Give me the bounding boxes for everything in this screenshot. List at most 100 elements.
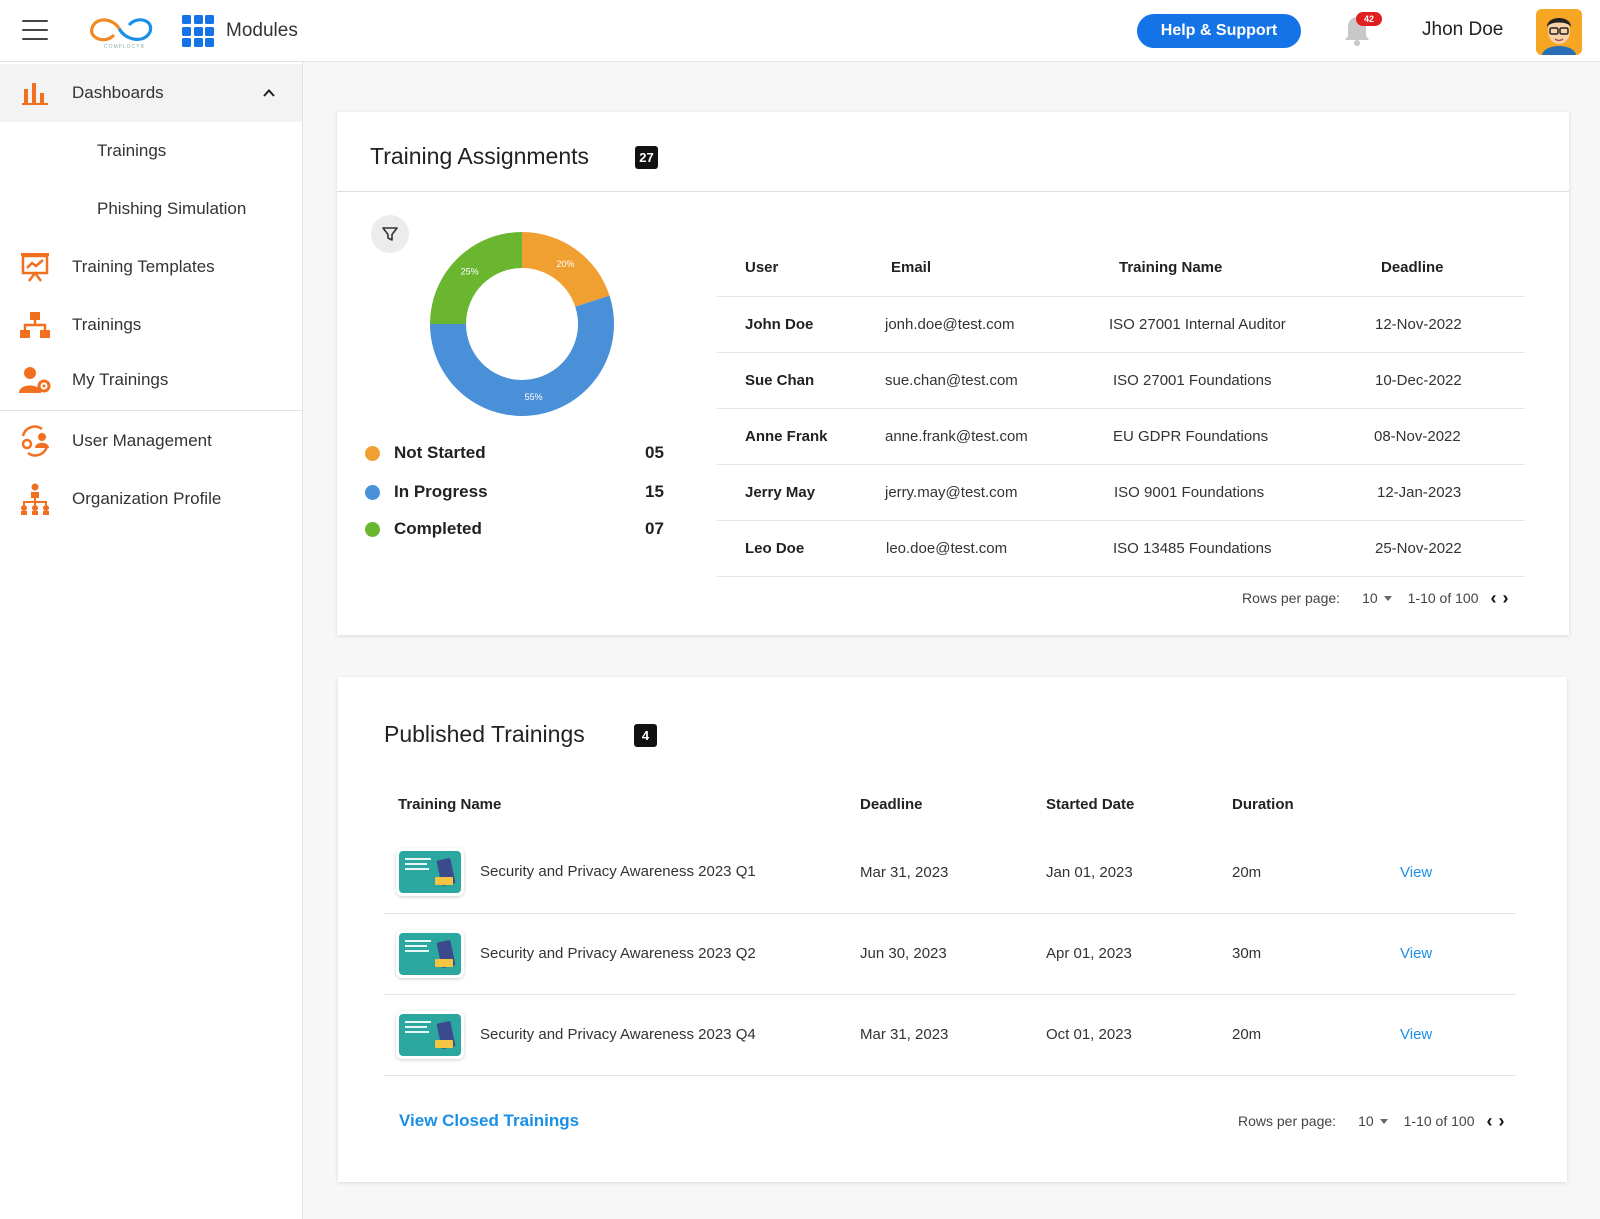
legend-dot [365, 521, 380, 537]
legend-label: Completed [394, 519, 482, 538]
slice-not-started[interactable] [522, 232, 610, 307]
legend-item-in-progress: In Progress 15 [365, 479, 675, 505]
help-support-button[interactable]: Help & Support [1137, 14, 1301, 48]
legend-label: In Progress [394, 482, 488, 501]
cell-deadline: Mar 31, 2023 [860, 832, 1046, 914]
column-header-user[interactable]: User [717, 240, 867, 297]
cell-started-date: Apr 01, 2023 [1046, 913, 1232, 995]
sidebar-item-label: Trainings [97, 141, 167, 160]
sidebar-item-user-management[interactable]: User Management [0, 412, 302, 470]
modules-button[interactable]: Modules [182, 15, 298, 47]
cell-user: Jerry May [717, 464, 867, 521]
view-link[interactable]: View [1400, 864, 1432, 881]
assignments-pagination: Rows per page: 10 1-10 of 100 ‹ › [1242, 589, 1508, 607]
card-title: Training Assignments [370, 143, 590, 169]
page-range: 1-10 of 100 [1407, 590, 1479, 606]
table-row[interactable]: Jerry May jerry.may@test.com ISO 9001 Fo… [717, 464, 1525, 521]
caret-down-icon [1379, 1118, 1388, 1124]
page-range: 1-10 of 100 [1403, 1113, 1475, 1129]
table-row[interactable]: Anne Frank anne.frank@test.com EU GDPR F… [717, 408, 1525, 465]
cell-email: jonh.doe@test.com [867, 296, 1097, 353]
slice-completed[interactable] [430, 232, 522, 324]
sidebar-item-trainings[interactable]: Trainings [0, 296, 302, 354]
username[interactable]: Jhon Doe [1422, 19, 1503, 41]
table-row[interactable]: Leo Doe leo.doe@test.com ISO 13485 Found… [717, 520, 1525, 577]
training-thumbnail [396, 848, 464, 897]
sidebar-item-organization-profile[interactable]: Organization Profile [0, 470, 302, 528]
cell-training-name: Security and Privacy Awareness 2023 Q4 [384, 994, 860, 1076]
filter-button[interactable] [371, 215, 409, 253]
cell-user: John Doe [717, 296, 867, 353]
rows-per-page-select[interactable]: 10 [1358, 1113, 1388, 1129]
table-row[interactable]: Security and Privacy Awareness 2023 Q2 J… [384, 913, 1516, 995]
chevron-left-icon[interactable]: ‹ [1490, 589, 1496, 607]
sidebar-item-label: Phishing Simulation [97, 199, 247, 218]
published-pagination: Rows per page: 10 1-10 of 100 ‹ › [1238, 1112, 1504, 1130]
view-link[interactable]: View [1400, 1026, 1432, 1043]
cell-duration: 30m [1232, 913, 1400, 995]
rows-per-page-value: 10 [1362, 590, 1378, 606]
cell-training: ISO 9001 Foundations [1097, 464, 1357, 521]
slice-percent-label: 20% [556, 259, 574, 269]
cell-started-date: Oct 01, 2023 [1046, 994, 1232, 1076]
view-link[interactable]: View [1400, 945, 1432, 962]
column-header-email[interactable]: Email [867, 240, 1097, 297]
rows-per-page-label: Rows per page: [1238, 1113, 1337, 1129]
training-assignments-card: Training Assignments 27 20% 55% 25% Not St… [337, 112, 1569, 635]
rows-per-page-label: Rows per page: [1242, 590, 1341, 606]
published-trainings-card: Published Trainings 4 Training Name Dead… [338, 677, 1567, 1182]
cell-email: sue.chan@test.com [867, 352, 1097, 409]
user-gear-icon [18, 363, 52, 397]
sidebar-item-label: Organization Profile [72, 489, 222, 508]
column-header-deadline[interactable]: Deadline [1357, 240, 1525, 297]
avatar[interactable] [1536, 9, 1582, 55]
column-header-started-date[interactable]: Started Date [1046, 776, 1232, 832]
column-header-training-name[interactable]: Training Name [384, 776, 860, 832]
sidebar-item-training-templates[interactable]: Training Templates [0, 238, 302, 296]
logo-subtext: COMPLOCYB [104, 44, 145, 50]
legend-item-not-started: Not Started 05 [365, 440, 675, 466]
chevron-right-icon[interactable]: › [1502, 589, 1508, 607]
legend-label: Not Started [394, 443, 486, 462]
hamburger-menu-icon[interactable] [22, 20, 48, 40]
sidebar-item-my-trainings[interactable]: My Trainings [0, 352, 302, 408]
slice-percent-label: 55% [525, 392, 543, 402]
sidebar-item-dashboards[interactable]: Dashboards [0, 64, 302, 122]
caret-down-icon [1383, 595, 1392, 601]
published-trainings-table: Training Name Deadline Started Date Dura… [384, 776, 1516, 1076]
presentation-chart-icon [18, 250, 52, 284]
modules-label: Modules [226, 20, 298, 41]
rows-per-page-select[interactable]: 10 [1362, 590, 1392, 606]
table-row[interactable]: John Doe jonh.doe@test.com ISO 27001 Int… [717, 296, 1525, 353]
table-row[interactable]: Sue Chan sue.chan@test.com ISO 27001 Fou… [717, 352, 1525, 409]
table-row[interactable]: Security and Privacy Awareness 2023 Q1 M… [384, 832, 1516, 914]
chevron-right-icon[interactable]: › [1498, 1112, 1504, 1130]
legend-value: 05 [645, 443, 664, 462]
training-name: Security and Privacy Awareness 2023 Q4 [480, 1025, 756, 1043]
column-header-training-name[interactable]: Training Name [1097, 240, 1357, 297]
bar-chart-icon [18, 76, 52, 110]
legend-dot [365, 484, 380, 500]
count-badge: 27 [635, 146, 658, 169]
grid-icon [182, 15, 214, 47]
sidebar-item-label: Trainings [72, 315, 142, 334]
column-header-deadline[interactable]: Deadline [860, 776, 1046, 832]
training-name: Security and Privacy Awareness 2023 Q1 [480, 863, 756, 881]
cell-training: ISO 13485 Foundations [1097, 520, 1357, 577]
chevron-left-icon[interactable]: ‹ [1486, 1112, 1492, 1130]
cell-email: anne.frank@test.com [867, 408, 1097, 465]
user-cycle-icon [18, 424, 52, 458]
table-row[interactable]: Security and Privacy Awareness 2023 Q4 M… [384, 994, 1516, 1076]
hierarchy-icon [18, 308, 52, 342]
cell-deadline: 10-Dec-2022 [1357, 352, 1525, 409]
column-header-duration[interactable]: Duration [1232, 776, 1400, 832]
legend-dot [365, 445, 380, 461]
sidebar-item-phishing-simulation[interactable]: Phishing Simulation [0, 180, 302, 238]
view-closed-trainings-link[interactable]: View Closed Trainings [399, 1111, 579, 1131]
chevron-up-icon[interactable] [262, 86, 276, 100]
cell-training: EU GDPR Foundations [1097, 408, 1357, 465]
sidebar-item-label: My Trainings [72, 370, 169, 389]
org-chart-icon [18, 482, 52, 516]
divider [337, 191, 1569, 192]
sidebar-item-trainings-dashboard[interactable]: Trainings [0, 122, 302, 180]
